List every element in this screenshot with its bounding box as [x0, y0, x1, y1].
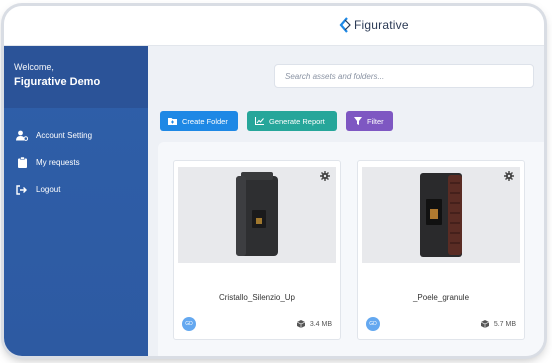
asset-footer: GD 5.7 MB	[366, 317, 516, 331]
search-input[interactable]: Search assets and folders...	[274, 64, 534, 88]
asset-name: _Poele_granule	[412, 293, 470, 302]
asset-thumbnail	[362, 167, 520, 263]
cube-icon	[480, 320, 489, 328]
logo-mark-icon	[339, 17, 351, 33]
asset-size-value: 3.4 MB	[309, 320, 332, 328]
asset-card[interactable]: Cristallo_Silenzio_Up GD 3.4 MB	[173, 160, 341, 340]
asset-size: 5.7 MB	[480, 320, 516, 328]
user-gear-icon	[16, 130, 28, 142]
sidebar-item-label: Account Setting	[36, 131, 93, 140]
asset-size-value: 5.7 MB	[493, 320, 516, 328]
top-bar: Figurative	[4, 6, 544, 46]
sidebar-item-my-requests[interactable]: My requests	[4, 149, 148, 176]
stove-image	[420, 173, 462, 257]
folder-plus-icon	[168, 118, 177, 125]
filter-label: Filter	[367, 116, 384, 126]
asset-size: 3.4 MB	[296, 320, 332, 328]
main-content: Search assets and folders... Create Fold…	[148, 46, 544, 356]
user-name: Figurative Demo	[14, 76, 101, 88]
sidebar: Welcome, Figurative Demo Account Setting	[4, 46, 148, 356]
welcome-text: Welcome,	[14, 62, 54, 72]
asset-name: Cristallo_Silenzio_Up	[218, 293, 296, 302]
asset-thumbnail	[178, 167, 336, 263]
gear-icon[interactable]	[320, 171, 330, 181]
filter-icon	[354, 117, 362, 125]
cube-icon	[296, 320, 305, 328]
avatar: GD	[182, 317, 196, 331]
asset-card[interactable]: _Poele_granule GD 5.7 MB	[357, 160, 525, 340]
asset-grid: Cristallo_Silenzio_Up GD 3.4 MB _Poele_g…	[158, 142, 544, 356]
create-folder-button[interactable]: Create Folder	[160, 111, 238, 131]
app-window: Figurative Welcome, Figurative Demo Acco…	[4, 6, 544, 356]
stove-image	[236, 172, 278, 256]
sidebar-item-logout[interactable]: Logout	[4, 176, 148, 203]
generate-report-button[interactable]: Generate Report	[247, 111, 337, 131]
logo-text: Figurative	[354, 18, 409, 32]
sidebar-item-label: My requests	[36, 158, 80, 167]
create-folder-label: Create Folder	[182, 116, 228, 126]
clipboard-icon	[16, 157, 28, 169]
sidebar-item-account-setting[interactable]: Account Setting	[4, 122, 148, 149]
brand-logo[interactable]: Figurative	[338, 16, 409, 34]
filter-button[interactable]: Filter	[346, 111, 393, 131]
welcome-block: Welcome, Figurative Demo	[4, 46, 148, 108]
avatar: GD	[366, 317, 380, 331]
logout-icon	[16, 184, 28, 196]
sidebar-item-label: Logout	[36, 185, 61, 194]
gear-icon[interactable]	[504, 171, 514, 181]
chart-line-icon	[255, 117, 264, 125]
sidebar-nav: Account Setting My requests Logout	[4, 108, 148, 203]
search-placeholder: Search assets and folders...	[285, 71, 385, 81]
asset-footer: GD 3.4 MB	[182, 317, 332, 331]
generate-report-label: Generate Report	[269, 116, 325, 126]
